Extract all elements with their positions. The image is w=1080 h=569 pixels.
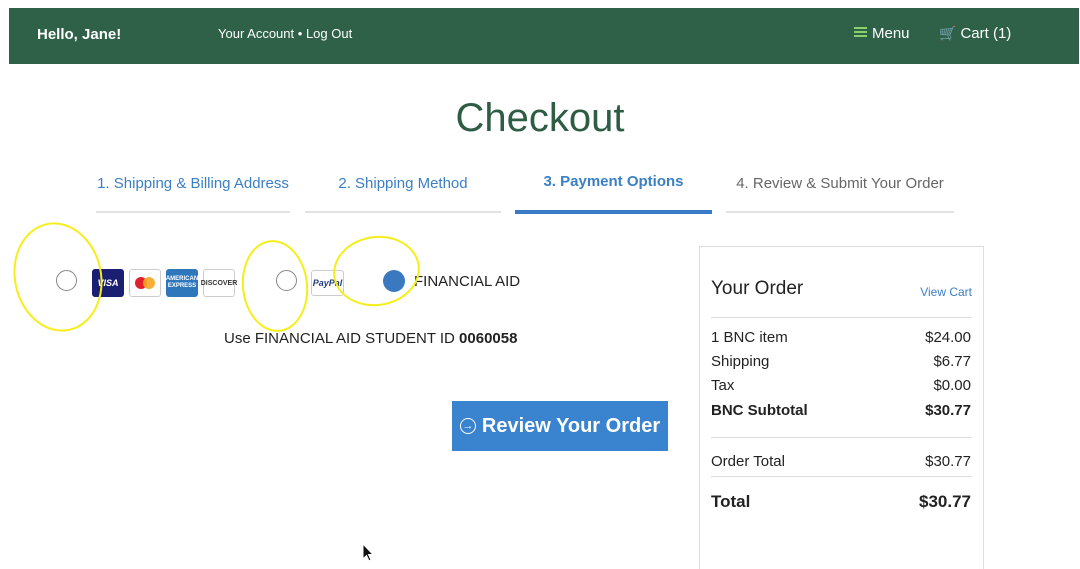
user-greeting: Hello, Jane! (37, 26, 122, 43)
total-label: Total (711, 492, 751, 511)
financial-aid-note: Use FINANCIAL AID STUDENT ID 0060058 (224, 330, 517, 347)
step-label: 1. Shipping & Billing Address (97, 175, 289, 192)
review-order-button[interactable]: → Review Your Order (452, 401, 668, 451)
visa-card-icon: VISA (92, 269, 124, 297)
order-line-shipping: Shipping $6.77 (711, 353, 971, 370)
top-nav-bar: Hello, Jane! Your Account • Log Out Menu… (9, 8, 1079, 64)
checkout-steps: 1. Shipping & Billing Address 2. Shippin… (90, 165, 960, 215)
order-summary-panel: Your Order View Cart 1 BNC item $24.00 S… (699, 246, 984, 569)
arrow-circle-icon: → (459, 418, 476, 434)
discover-card-icon: DISCOVER (201, 269, 237, 297)
order-total-value: $30.77 (925, 453, 971, 470)
line-label: Shipping (711, 353, 770, 370)
order-total-label: Order Total (711, 453, 785, 470)
line-label: Tax (711, 377, 735, 394)
cart-button[interactable]: 🛒 Cart (1) (939, 25, 1011, 42)
view-cart-link[interactable]: View Cart (920, 285, 972, 299)
cart-label: Cart (1) (960, 25, 1012, 42)
mastercard-icon (129, 269, 161, 297)
line-value: $6.77 (933, 353, 971, 370)
grand-total-row: Total $30.77 (711, 492, 971, 512)
step-label: 2. Shipping Method (338, 175, 468, 192)
order-total-row: Order Total $30.77 (711, 453, 971, 470)
step-payment-options[interactable]: 3. Payment Options (515, 165, 712, 214)
student-id: 0060058 (459, 330, 518, 347)
review-order-label: Review Your Order (481, 414, 661, 437)
divider (711, 437, 972, 438)
divider (711, 476, 972, 477)
order-line-tax: Tax $0.00 (711, 377, 971, 394)
page-title: Checkout (455, 96, 625, 140)
financial-aid-label: FINANCIAL AID (414, 273, 521, 290)
highlight-annotation (237, 236, 313, 336)
step-review-submit: 4. Review & Submit Your Order (726, 165, 954, 213)
divider (711, 317, 972, 318)
hamburger-icon (854, 25, 867, 39)
step-shipping-billing[interactable]: 1. Shipping & Billing Address (96, 165, 290, 213)
paypal-icon: PayPal (311, 270, 344, 296)
line-value: $30.77 (925, 402, 971, 419)
note-prefix: Use FINANCIAL AID STUDENT ID (224, 330, 455, 347)
line-value: $0.00 (933, 377, 971, 394)
amex-card-icon: AMERICAN EXPRESS (166, 269, 198, 297)
order-line-subtotal: BNC Subtotal $30.77 (711, 402, 971, 419)
account-links: Your Account • Log Out (218, 26, 352, 41)
line-label: 1 BNC item (711, 329, 788, 346)
menu-label: Menu (872, 25, 910, 42)
total-value: $30.77 (919, 492, 971, 511)
menu-button[interactable]: Menu (854, 25, 910, 42)
paypal-radio[interactable] (276, 270, 297, 291)
step-label: 3. Payment Options (543, 173, 684, 190)
link-separator: • (297, 26, 303, 41)
line-label: BNC Subtotal (711, 402, 808, 419)
order-summary-title: Your Order (711, 278, 804, 299)
order-line-items: 1 BNC item $24.00 (711, 329, 971, 346)
log-out-link[interactable]: Log Out (306, 26, 352, 41)
your-account-link[interactable]: Your Account (218, 26, 294, 41)
financial-aid-radio[interactable] (383, 270, 405, 292)
line-value: $24.00 (925, 329, 971, 346)
cart-icon: 🛒 (939, 25, 957, 41)
credit-card-radio[interactable] (56, 270, 77, 291)
step-shipping-method[interactable]: 2. Shipping Method (305, 165, 501, 213)
step-label: 4. Review & Submit Your Order (736, 175, 944, 192)
mouse-cursor-icon (362, 543, 374, 562)
